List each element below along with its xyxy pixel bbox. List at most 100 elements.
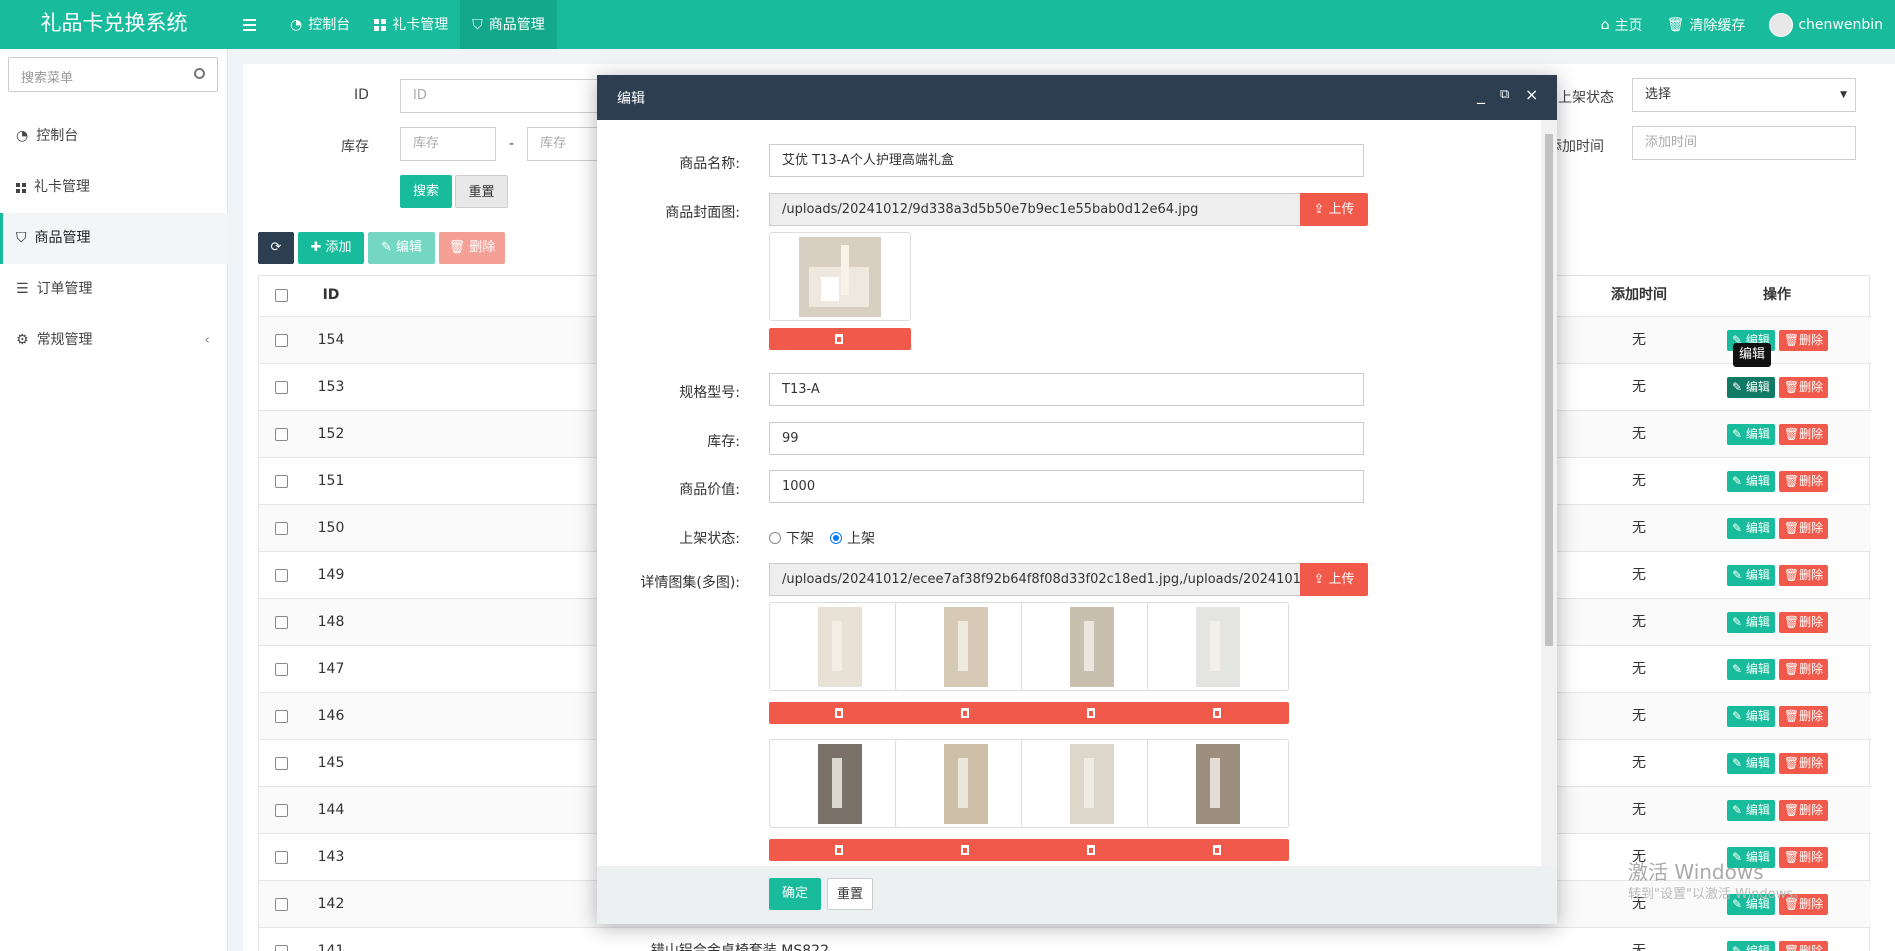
minimize-icon[interactable]: _ (1477, 87, 1485, 103)
confirm-button[interactable]: 确定 (769, 878, 821, 910)
row-delete-button[interactable]: 🗑删除 (1778, 847, 1829, 868)
row-edit-button[interactable]: ✎ 编辑 (1727, 706, 1775, 727)
row-checkbox[interactable] (275, 475, 288, 488)
row-checkbox[interactable] (275, 663, 288, 676)
row-delete-button[interactable]: 🗑删除 (1778, 330, 1829, 351)
row-checkbox[interactable] (275, 522, 288, 535)
edit-button[interactable]: ✎ 编辑 (368, 232, 435, 264)
chevron-left-icon[interactable]: ‹ (204, 315, 210, 366)
filter-time-input[interactable]: 添加时间 (1632, 126, 1856, 160)
gallery-delete-button[interactable] (895, 702, 1037, 724)
cover-upload-button[interactable]: ⇪ 上传 (1300, 193, 1368, 226)
delete-button[interactable]: 🗑 删除 (439, 232, 505, 264)
row-id: 146 (317, 708, 345, 724)
row-checkbox[interactable] (275, 334, 288, 347)
gallery-upload-button[interactable]: ⇪ 上传 (1300, 563, 1368, 596)
row-checkbox[interactable] (275, 428, 288, 441)
sidebar-item-general[interactable]: ⚙ 常规管理 ‹ (0, 315, 228, 366)
row-checkbox[interactable] (275, 898, 288, 911)
gallery-delete-button[interactable] (769, 702, 911, 724)
topnav-products[interactable]: ⛉ 商品管理 (460, 0, 557, 49)
cover-image-preview (769, 232, 911, 321)
model-input[interactable]: T13-A (769, 373, 1364, 406)
row-checkbox[interactable] (275, 569, 288, 582)
product-name-input[interactable]: 艾优 T13-A个人护理高端礼盒 (769, 144, 1364, 177)
column-header-time[interactable]: 添加时间 (1594, 276, 1684, 315)
row-edit-button[interactable]: ✎ 编辑 (1727, 471, 1775, 492)
gallery-delete-button[interactable] (1021, 839, 1163, 861)
scrollbar-thumb[interactable] (1545, 134, 1553, 646)
row-edit-button[interactable]: ✎ 编辑 (1727, 565, 1775, 586)
clear-cache-link[interactable]: 🗑 清除缓存 (1655, 15, 1758, 35)
sidebar-item-orders[interactable]: ☰ 订单管理 (0, 264, 228, 315)
app-title[interactable]: 礼品卡兑换系统 (0, 0, 228, 49)
gallery-delete-button[interactable] (769, 839, 911, 861)
row-edit-button[interactable]: ✎ 编辑 (1727, 659, 1775, 680)
gallery-path-input[interactable]: /uploads/20241012/ecee7af38f92b64f8f08d3… (769, 563, 1304, 596)
close-icon[interactable]: × (1525, 87, 1538, 103)
row-delete-button[interactable]: 🗑删除 (1778, 753, 1829, 774)
row-edit-button[interactable]: ✎ 编辑 (1727, 941, 1775, 951)
row-checkbox[interactable] (275, 710, 288, 723)
search-button[interactable]: 搜索 (400, 175, 452, 208)
user-menu[interactable]: chenwenbin (1757, 12, 1895, 37)
row-delete-button[interactable]: 🗑删除 (1778, 518, 1829, 539)
row-edit-button[interactable]: ✎ 编辑 (1727, 800, 1775, 821)
column-header-id[interactable]: ID (303, 276, 359, 315)
filter-id-input[interactable]: ID (400, 79, 600, 113)
row-time: 无 (1632, 332, 1646, 348)
row-checkbox[interactable] (275, 381, 288, 394)
topnav-dashboard[interactable]: ◔ 控制台 (278, 0, 362, 49)
filter-stock-min-input[interactable]: 库存 (400, 127, 496, 161)
row-delete-button[interactable]: 🗑删除 (1778, 941, 1829, 951)
filter-stock-max-input[interactable]: 库存 (527, 127, 607, 161)
stock-input[interactable]: 99 (769, 422, 1364, 455)
filter-status-select[interactable]: 选择 ▼ (1632, 78, 1856, 112)
row-checkbox[interactable] (275, 851, 288, 864)
row-edit-button[interactable]: ✎ 编辑 (1727, 424, 1775, 445)
modal-scrollbar[interactable] (1541, 120, 1557, 866)
sidebar-search-input[interactable]: 搜索菜单 (8, 57, 218, 92)
row-edit-button[interactable]: ✎ 编辑 (1727, 753, 1775, 774)
row-checkbox[interactable] (275, 945, 288, 951)
modal-reset-button[interactable]: 重置 (827, 878, 873, 910)
status-label: 上架状态: (679, 531, 740, 547)
row-edit-button[interactable]: ✎ 编辑 (1727, 377, 1775, 398)
refresh-button[interactable]: ⟳ (258, 232, 294, 264)
row-edit-button[interactable]: ✎ 编辑 (1727, 612, 1775, 633)
maximize-icon[interactable]: ⧉ (1500, 87, 1509, 103)
row-delete-button[interactable]: 🗑删除 (1778, 377, 1829, 398)
cover-delete-button[interactable] (769, 328, 911, 350)
sidebar-item-gift-card[interactable]: 礼卡管理 (0, 162, 228, 213)
row-checkbox[interactable] (275, 757, 288, 770)
row-checkbox[interactable] (275, 616, 288, 629)
status-on-radio[interactable]: 上架 (830, 528, 875, 548)
row-delete-button[interactable]: 🗑删除 (1778, 565, 1829, 586)
status-off-radio[interactable]: 下架 (769, 528, 814, 548)
row-delete-button[interactable]: 🗑删除 (1778, 471, 1829, 492)
row-checkbox[interactable] (275, 804, 288, 817)
sidebar-item-dashboard[interactable]: ◔ 控制台 (0, 111, 228, 162)
gallery-delete-button[interactable] (1147, 839, 1289, 861)
gallery-delete-button[interactable] (895, 839, 1037, 861)
select-all-checkbox[interactable] (275, 289, 288, 302)
cover-path-input[interactable]: /uploads/20241012/9d338a3d5b50e7b9ec1e55… (769, 193, 1304, 226)
add-button[interactable]: ✚ 添加 (298, 232, 364, 264)
trash-icon (1213, 708, 1221, 718)
row-time: 无 (1632, 614, 1646, 630)
hamburger-icon[interactable] (240, 0, 262, 49)
gallery-delete-button[interactable] (1021, 702, 1163, 724)
sidebar-item-products[interactable]: ⛉ 商品管理 (0, 213, 228, 264)
reset-button[interactable]: 重置 (455, 175, 508, 208)
row-delete-button[interactable]: 🗑删除 (1778, 706, 1829, 727)
row-delete-button[interactable]: 🗑删除 (1778, 424, 1829, 445)
row-delete-button[interactable]: 🗑删除 (1778, 612, 1829, 633)
row-delete-button[interactable]: 🗑删除 (1778, 659, 1829, 680)
row-edit-button[interactable]: ✎ 编辑 (1727, 518, 1775, 539)
gallery-image-preview (895, 739, 1037, 828)
home-link[interactable]: ⌂ 主页 (1589, 15, 1655, 35)
gallery-delete-button[interactable] (1147, 702, 1289, 724)
row-delete-button[interactable]: 🗑删除 (1778, 800, 1829, 821)
price-input[interactable]: 1000 (769, 470, 1364, 503)
topnav-gift-card[interactable]: 礼卡管理 (362, 0, 460, 49)
